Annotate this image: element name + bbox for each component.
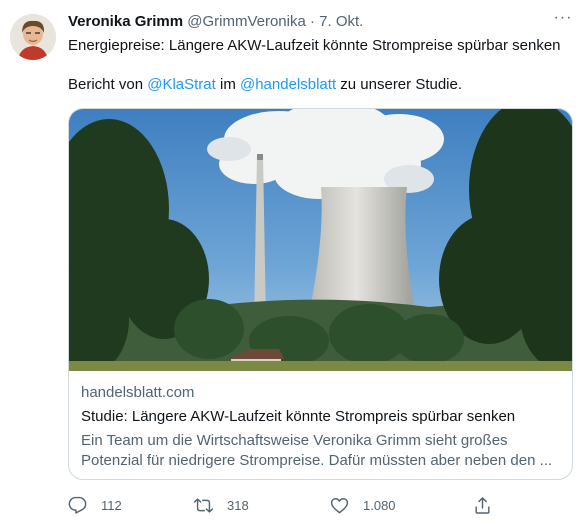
link-card[interactable]: handelsblatt.com Studie: Längere AKW-Lau…	[68, 108, 573, 480]
author-handle[interactable]: @GrimmVeronika	[187, 13, 306, 30]
reply-button[interactable]: 112	[68, 494, 122, 516]
mention-handelsblatt[interactable]: @handelsblatt	[240, 76, 336, 93]
action-bar: 112 318 1.080	[68, 494, 573, 516]
share-icon	[475, 496, 490, 514]
text-suffix: zu unserer Studie.	[336, 76, 463, 93]
tweet-text-line-1: Energiepreise: Längere AKW-Laufzeit könn…	[68, 37, 561, 54]
card-title: Studie: Längere AKW-Laufzeit könnte Stro…	[81, 408, 516, 425]
avatar-image	[10, 14, 56, 60]
tweet-date[interactable]: 7. Okt.	[319, 13, 363, 30]
text-prefix: Bericht von	[68, 76, 148, 93]
reply-icon	[68, 496, 87, 514]
retweet-button[interactable]: 318	[194, 494, 249, 516]
card-meta: handelsblatt.com Studie: Längere AKW-Lau…	[81, 383, 560, 471]
like-button[interactable]: 1.080	[330, 494, 396, 516]
separator: ·	[310, 13, 315, 30]
tweet-header: Veronika Grimm @GrimmVeronika · 7. Okt. …	[68, 9, 576, 34]
retweet-icon	[194, 497, 213, 513]
card-domain: handelsblatt.com	[81, 384, 195, 401]
heart-icon	[330, 497, 349, 513]
tweet: Veronika Grimm @GrimmVeronika · 7. Okt. …	[0, 0, 586, 525]
text-mid: im	[215, 76, 240, 93]
mention-klastrat[interactable]: @KlaStrat	[147, 76, 216, 93]
card-image	[69, 109, 572, 371]
tweet-text-line-2: Bericht von @KlaStrat im @handelsblatt z…	[68, 75, 576, 95]
more-dots-icon[interactable]: ···	[550, 8, 576, 30]
author-name[interactable]: Veronika Grimm	[68, 13, 183, 30]
share-button[interactable]	[473, 494, 492, 516]
retweet-count: 318	[227, 497, 249, 513]
avatar[interactable]	[10, 14, 56, 60]
reply-count: 112	[101, 497, 122, 513]
like-count: 1.080	[363, 497, 396, 513]
card-description: Ein Team um die Wirtschaftsweise Veronik…	[81, 432, 553, 469]
